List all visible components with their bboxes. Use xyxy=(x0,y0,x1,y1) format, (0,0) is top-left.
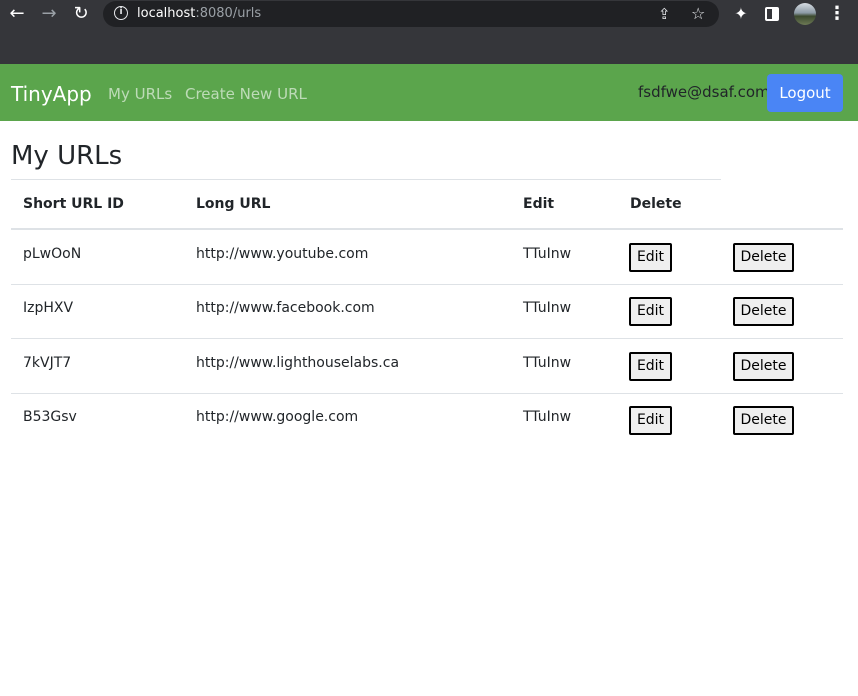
long-url: http://www.lighthouselabs.ca xyxy=(196,355,400,371)
edit-button[interactable]: Edit xyxy=(629,352,672,381)
forward-arrow-icon[interactable]: → xyxy=(38,0,60,28)
reload-icon[interactable]: ↻ xyxy=(70,0,92,28)
short-url-id[interactable]: pLwOoN xyxy=(23,244,81,264)
edit-button[interactable]: Edit xyxy=(629,243,672,272)
column-header-short-url-id: Short URL ID xyxy=(23,196,124,212)
table-row: IzpHXV http://www.facebook.com TTuInw Ed… xyxy=(11,284,843,339)
short-url-id[interactable]: IzpHXV xyxy=(23,298,73,318)
delete-button[interactable]: Delete xyxy=(733,406,794,435)
browser-bookmarks-area xyxy=(0,28,858,64)
long-url: http://www.facebook.com xyxy=(196,300,375,316)
nav-create-url-link[interactable]: Create New URL xyxy=(185,64,307,124)
edit-button[interactable]: Edit xyxy=(629,297,672,326)
address-bar[interactable]: i localhost:8080/urls ⇪ ☆ xyxy=(103,1,719,27)
column-header-edit: Edit xyxy=(523,196,555,212)
table-row: B53Gsv http://www.google.com TTuInw Edit… xyxy=(11,393,843,448)
url-host: localhost xyxy=(137,6,196,21)
owner-id: TTuInw xyxy=(523,409,572,425)
star-icon[interactable]: ☆ xyxy=(691,1,705,27)
table-top-divider xyxy=(11,179,721,180)
delete-button[interactable]: Delete xyxy=(733,243,794,272)
url-path: :8080/urls xyxy=(195,6,262,21)
back-arrow-icon[interactable]: ← xyxy=(6,0,28,28)
share-icon[interactable]: ⇪ xyxy=(658,1,671,27)
delete-button[interactable]: Delete xyxy=(733,352,794,381)
side-panel-icon[interactable] xyxy=(765,7,779,21)
table-row: 7kVJT7 http://www.lighthouselabs.ca TTuI… xyxy=(11,339,843,394)
info-icon[interactable]: i xyxy=(114,6,128,20)
app-navbar: TinyApp My URLs Create New URL fsdfwe@ds… xyxy=(0,64,858,121)
long-url: http://www.youtube.com xyxy=(196,246,369,262)
page-title: My URLs xyxy=(11,141,123,171)
user-email: fsdfwe@dsaf.com xyxy=(638,83,770,101)
address-url[interactable]: localhost:8080/urls xyxy=(137,1,261,27)
column-header-long-url: Long URL xyxy=(196,196,271,212)
avatar[interactable] xyxy=(794,3,816,25)
logout-button[interactable]: Logout xyxy=(767,74,843,112)
owner-id: TTuInw xyxy=(523,355,572,371)
column-header-delete: Delete xyxy=(630,196,682,212)
long-url: http://www.google.com xyxy=(196,409,359,425)
edit-button[interactable]: Edit xyxy=(629,406,672,435)
short-url-id[interactable]: 7kVJT7 xyxy=(23,353,71,373)
owner-id: TTuInw xyxy=(523,246,572,262)
table-row: pLwOoN http://www.youtube.com TTuInw Edi… xyxy=(11,230,843,285)
kebab-menu-icon[interactable]: ⋮ xyxy=(827,0,847,28)
owner-id: TTuInw xyxy=(523,300,572,316)
delete-button[interactable]: Delete xyxy=(733,297,794,326)
brand-link[interactable]: TinyApp xyxy=(11,64,92,124)
nav-my-urls-link[interactable]: My URLs xyxy=(108,64,172,124)
puzzle-icon[interactable]: ✦ xyxy=(730,0,752,28)
short-url-id[interactable]: B53Gsv xyxy=(23,407,77,427)
